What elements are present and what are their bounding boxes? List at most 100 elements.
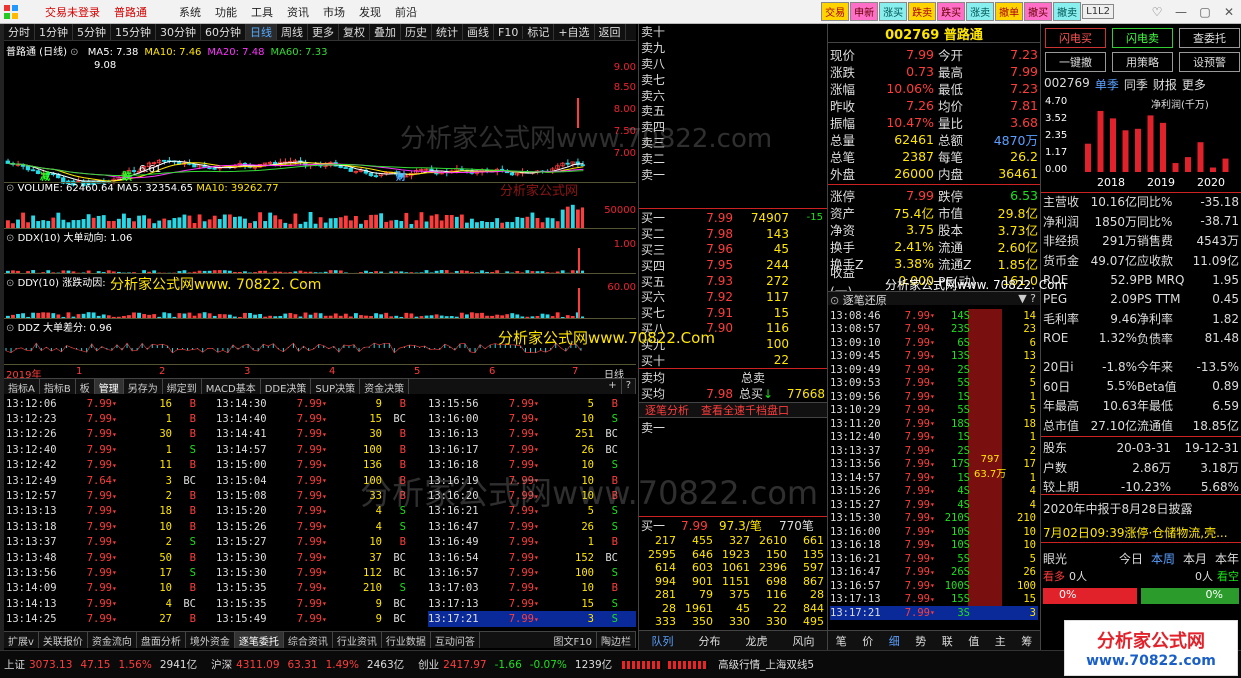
mark-finance[interactable]: 财: [396, 168, 406, 183]
tab-fund[interactable]: 资金决策: [360, 379, 410, 395]
tab-save-as[interactable]: 另存为: [124, 379, 163, 395]
tag-rise-buy[interactable]: 涨买: [879, 2, 908, 21]
mark-fall[interactable]: 跌: [122, 168, 132, 183]
kline-chart-area[interactable]: 分时 1分钟 5分钟 15分钟 30分钟 60分钟 日线 周线 更多 复权 叠加…: [4, 24, 636, 381]
bid-row[interactable]: 买三 7.96 45: [641, 242, 825, 258]
tab-market-analysis[interactable]: 盘面分析: [137, 632, 186, 648]
query-order-button[interactable]: 查委托: [1179, 28, 1240, 48]
tab-price[interactable]: 价: [862, 633, 873, 649]
period-tab-60min[interactable]: 60分钟: [201, 24, 246, 40]
period-tab-weekly[interactable]: 周线: [277, 24, 308, 40]
tab-distribution[interactable]: 分布: [699, 633, 721, 649]
tab-direction[interactable]: 风向: [793, 633, 815, 649]
tab-board[interactable]: 板: [76, 379, 95, 395]
tab-today[interactable]: 今日: [1119, 550, 1143, 567]
tab-foreign-fund[interactable]: 境外资金: [186, 632, 235, 648]
tab-main[interactable]: 主: [995, 633, 1006, 649]
menu-function[interactable]: 功能: [208, 4, 244, 20]
tab-this-year[interactable]: 本年: [1215, 550, 1239, 567]
tab-report[interactable]: 财报: [1153, 76, 1177, 93]
period-tab-more[interactable]: 更多: [308, 24, 339, 40]
sh-index[interactable]: 3073.13: [29, 659, 72, 671]
tool-history[interactable]: 历史: [401, 24, 432, 40]
tab-tick[interactable]: 笔: [836, 633, 847, 649]
tab-qa[interactable]: 互动问答: [431, 632, 480, 648]
bull-vote-bar[interactable]: 0%: [1043, 588, 1137, 604]
flash-sell-button[interactable]: 闪电卖: [1112, 28, 1173, 48]
tool-adjust[interactable]: 复权: [339, 24, 370, 40]
tool-draw[interactable]: 画线: [463, 24, 494, 40]
menu-info[interactable]: 资讯: [280, 4, 316, 20]
menu-stock-name[interactable]: 普路通: [107, 4, 154, 20]
tag-cancel-sell[interactable]: 撤卖: [1053, 2, 1082, 21]
period-tab-daily[interactable]: 日线: [246, 24, 277, 40]
report-notice[interactable]: 2020年中报于8月28日披露: [1043, 500, 1239, 517]
minimize-button[interactable]: —: [1169, 5, 1193, 19]
tag-l1l2[interactable]: L1L2: [1082, 4, 1114, 19]
ask-row[interactable]: 卖三: [641, 135, 825, 151]
tag-trade[interactable]: 交易: [821, 2, 850, 21]
use-strategy-button[interactable]: 用策略: [1112, 52, 1173, 72]
tag-rise-sell[interactable]: 涨卖: [966, 2, 995, 21]
menu-tools[interactable]: 工具: [244, 4, 280, 20]
tab-indicator-a[interactable]: 指标A: [4, 379, 40, 395]
tick-list[interactable]: 13:12:06 7.99 ▾ 16 B 13:12:23 7.99 ▾ 1 B 13:12:26 7…: [4, 396, 636, 630]
tab-this-week[interactable]: 本周: [1151, 550, 1175, 567]
tab-link[interactable]: 联: [942, 633, 953, 649]
help-button[interactable]: ?: [622, 379, 636, 394]
tab-this-month[interactable]: 本月: [1183, 550, 1207, 567]
bid-row[interactable]: 买十 22: [641, 352, 825, 368]
tool-f10[interactable]: F10: [494, 25, 524, 39]
period-tab-5min[interactable]: 5分钟: [73, 24, 111, 40]
tab-trend[interactable]: 势: [915, 633, 926, 649]
tab-dde[interactable]: DDE决策: [261, 379, 312, 395]
tab-order-entrust[interactable]: 逐笔委托: [234, 632, 284, 648]
tag-fall-sell[interactable]: 跌卖: [908, 2, 937, 21]
tab-dragon-tiger[interactable]: 龙虎: [746, 633, 768, 649]
ask-row[interactable]: 卖九: [641, 40, 825, 56]
bid-row[interactable]: 买二 7.98 143: [641, 226, 825, 242]
tab-same-quarter[interactable]: 同季: [1124, 76, 1148, 93]
bid-row[interactable]: 买五 7.93 272: [641, 273, 825, 289]
menu-discover[interactable]: 发现: [352, 4, 388, 20]
mark-reduce[interactable]: 减: [40, 168, 50, 183]
tag-fall-buy[interactable]: 跌买: [937, 2, 966, 21]
period-tab-30min[interactable]: 30分钟: [156, 24, 201, 40]
kline-svg[interactable]: [4, 56, 636, 190]
tag-cancel[interactable]: 撤单: [995, 2, 1024, 21]
tab-f10[interactable]: 图文F10: [550, 632, 597, 648]
heart-icon[interactable]: ♡: [1145, 5, 1169, 19]
tab-expand[interactable]: 扩展v: [4, 632, 39, 648]
tab-full-depth[interactable]: 查看全速千档盘口: [695, 402, 795, 418]
ask-row[interactable]: 卖四: [641, 119, 825, 135]
tab-detail[interactable]: 细: [889, 633, 900, 649]
tab-sidebar[interactable]: 陶边栏: [597, 632, 636, 648]
limit-up-notice[interactable]: 7月02日09:39涨停·仓储物流,壳...: [1043, 524, 1241, 541]
tab-queue[interactable]: 队列: [652, 633, 674, 649]
tab-manage[interactable]: 管理: [94, 379, 124, 395]
bid-row[interactable]: 买一 7.99 74907 -15: [641, 210, 825, 226]
tag-cancel-buy[interactable]: 撤买: [1024, 2, 1053, 21]
cy-index[interactable]: 2417.97: [443, 659, 486, 671]
tab-sup[interactable]: SUP决策: [311, 379, 361, 395]
period-tab-15min[interactable]: 15分钟: [111, 24, 156, 40]
bid-row[interactable]: 买六 7.92 117: [641, 289, 825, 305]
tab-indicator-b[interactable]: 指标B: [40, 379, 76, 395]
flash-buy-button[interactable]: 闪电买: [1045, 28, 1106, 48]
tag-subscribe[interactable]: 申新: [850, 2, 879, 21]
add-indicator-button[interactable]: +: [604, 379, 622, 394]
bid-row[interactable]: 买四 7.95 244: [641, 257, 825, 273]
tab-fund-flow[interactable]: 资金流向: [88, 632, 137, 648]
tab-chips[interactable]: 筹: [1021, 633, 1032, 649]
volume-svg[interactable]: [4, 194, 584, 228]
profit-bar-chart[interactable]: 4.70 3.52 2.35 1.17 0.00 2018 2019 2020: [1041, 94, 1241, 190]
tab-bind-to[interactable]: 绑定到: [163, 379, 202, 395]
ask-row[interactable]: 卖五: [641, 103, 825, 119]
tab-value[interactable]: 值: [968, 633, 979, 649]
tab-related-quote[interactable]: 关联报价: [39, 632, 88, 648]
ask-row[interactable]: 卖八: [641, 56, 825, 72]
app-logo-icon[interactable]: [0, 1, 22, 23]
menu-frontier[interactable]: 前沿: [388, 4, 424, 20]
tool-mark[interactable]: 标记: [523, 24, 555, 40]
tool-overlay[interactable]: 叠加: [370, 24, 401, 40]
